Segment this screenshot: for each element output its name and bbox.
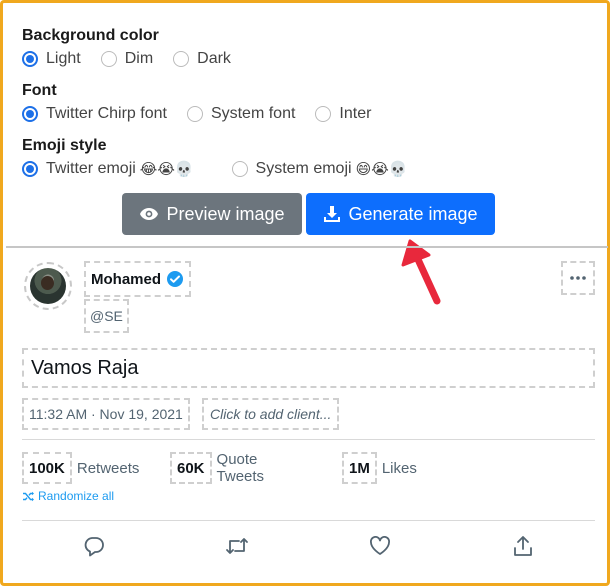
radio-light[interactable]: Light xyxy=(22,50,81,68)
verified-badge-icon xyxy=(167,271,184,287)
tweet-text-field[interactable]: Vamos Raja xyxy=(22,348,595,388)
likes-stat: 1M Likes xyxy=(342,452,417,484)
randomize-all-link[interactable]: Randomize all xyxy=(22,489,114,503)
system-emoji-sample: 😄😭💀 xyxy=(355,159,408,178)
radio-light-label: Light xyxy=(46,49,81,67)
quote-tweets-label: Quote Tweets xyxy=(216,451,265,485)
like-button[interactable] xyxy=(367,533,393,559)
radio-dim-label: Dim xyxy=(124,49,154,67)
section-divider xyxy=(6,246,608,248)
radio-dark-label: Dark xyxy=(197,49,231,67)
retweet-icon xyxy=(226,538,248,554)
reply-icon xyxy=(84,537,104,557)
avatar-image xyxy=(30,268,66,304)
radio-twitter-emoji-input[interactable] xyxy=(22,160,38,177)
display-name: Mohamed xyxy=(91,270,162,288)
font-options: Twitter Chirp font System font Inter xyxy=(22,102,582,125)
heart-icon xyxy=(370,536,390,555)
randomize-all-label: Randomize all xyxy=(38,489,115,503)
retweets-label: Retweets xyxy=(76,459,140,477)
radio-inter-font[interactable]: Inter xyxy=(315,105,371,123)
more-options-button[interactable] xyxy=(561,261,595,295)
radio-inter-font-input[interactable] xyxy=(315,105,332,122)
retweets-count-field[interactable]: 100K xyxy=(22,452,72,484)
actions-divider xyxy=(22,520,595,521)
radio-system-font-input[interactable] xyxy=(186,105,203,122)
handle-field[interactable]: @SE xyxy=(84,299,129,333)
radio-twitter-emoji-label: Twitter emoji xyxy=(46,159,136,177)
radio-light-input[interactable] xyxy=(22,50,38,67)
twitter-emoji-sample: 😂😭💀 xyxy=(139,159,194,178)
radio-dark[interactable]: Dark xyxy=(173,50,231,68)
client-placeholder: Click to add client... xyxy=(210,406,332,422)
client-field[interactable]: Click to add client... xyxy=(202,398,340,430)
share-button[interactable] xyxy=(510,533,536,559)
reply-button[interactable] xyxy=(81,533,107,559)
radio-chirp-font-label: Twitter Chirp font xyxy=(46,104,167,122)
quote-tweets-count-field[interactable]: 60K xyxy=(170,452,212,484)
radio-system-emoji[interactable]: System emoji 😄😭💀 xyxy=(231,159,408,178)
tweet-text: Vamos Raja xyxy=(31,356,139,379)
shuffle-icon xyxy=(23,491,34,501)
eye-icon xyxy=(140,208,159,220)
preview-image-button[interactable]: Preview image xyxy=(122,193,302,235)
download-icon xyxy=(324,206,341,222)
quote-tweets-stat: 60K Quote Tweets xyxy=(170,451,265,485)
emoji-style-options: Twitter emoji 😂😭💀 System emoji 😄😭💀 xyxy=(22,157,582,180)
radio-system-emoji-label: System emoji xyxy=(255,159,352,177)
radio-dim[interactable]: Dim xyxy=(100,49,154,68)
generate-image-label: Generate image xyxy=(348,203,478,224)
radio-dim-input[interactable] xyxy=(100,50,117,67)
app-frame: Background color Light Dim Dark Font Twi… xyxy=(0,0,610,586)
radio-inter-font-label: Inter xyxy=(339,104,372,122)
settings-panel: Background color Light Dim Dark Font Twi… xyxy=(22,25,582,190)
retweets-stat: 100K Retweets xyxy=(22,452,139,484)
radio-system-emoji-input[interactable] xyxy=(231,160,248,177)
preview-image-label: Preview image xyxy=(166,203,285,224)
radio-dark-input[interactable] xyxy=(173,50,190,67)
more-dots-icon xyxy=(570,276,586,280)
generate-image-button[interactable]: Generate image xyxy=(306,193,495,235)
background-color-title: Background color xyxy=(22,27,159,44)
radio-twitter-emoji[interactable]: Twitter emoji 😂😭💀 xyxy=(22,160,194,178)
font-title: Font xyxy=(22,82,57,99)
stats-divider-top xyxy=(22,439,595,440)
avatar[interactable] xyxy=(24,262,72,310)
datetime-field[interactable]: 11:32 AM · Nov 19, 2021 xyxy=(22,398,190,430)
retweet-button[interactable] xyxy=(224,533,250,559)
display-name-field[interactable]: Mohamed xyxy=(84,261,192,297)
likes-count-field[interactable]: 1M xyxy=(342,452,377,484)
radio-chirp-font[interactable]: Twitter Chirp font xyxy=(22,105,167,123)
datetime-text: 11:32 AM · Nov 19, 2021 xyxy=(29,406,183,422)
handle-text: @SE xyxy=(90,308,123,324)
radio-system-font[interactable]: System font xyxy=(186,104,296,123)
emoji-style-title: Emoji style xyxy=(22,137,107,154)
radio-system-font-label: System font xyxy=(210,104,296,122)
likes-label: Likes xyxy=(381,459,417,477)
share-icon xyxy=(514,536,532,556)
radio-chirp-font-input[interactable] xyxy=(22,105,38,122)
background-color-options: Light Dim Dark xyxy=(22,47,582,70)
